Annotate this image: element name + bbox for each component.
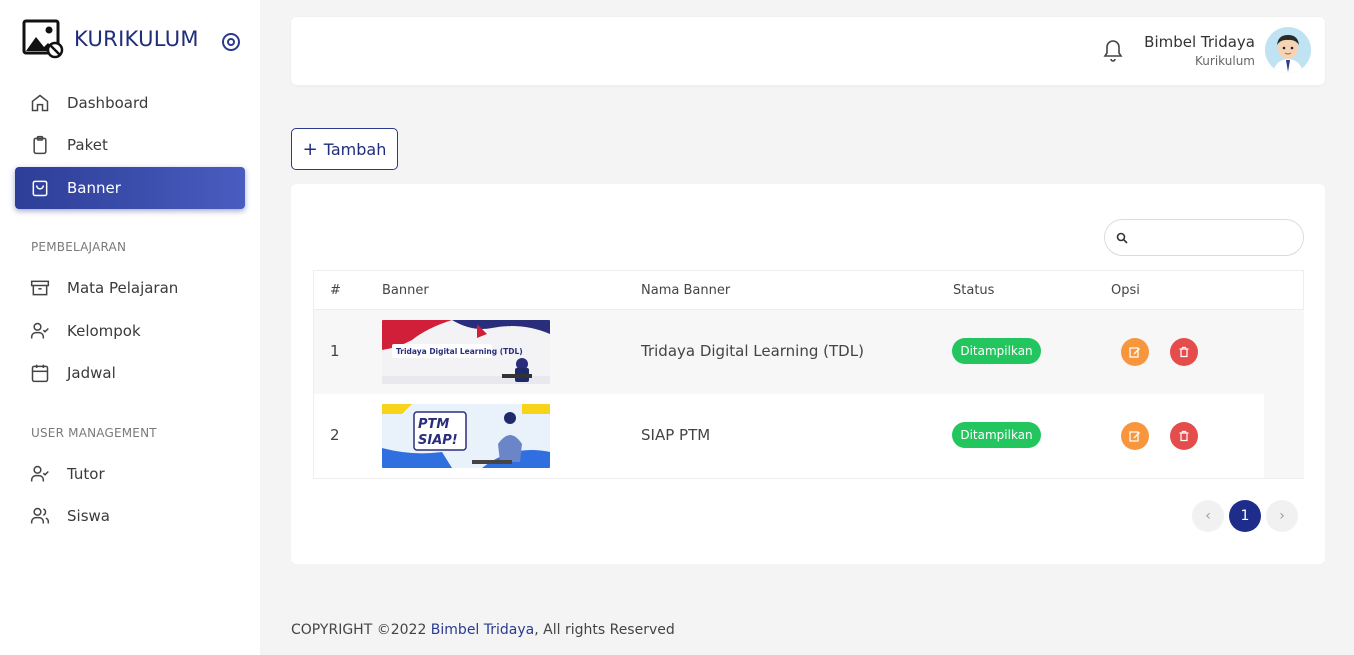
sidebar-item-kelompok[interactable]: Kelompok	[15, 310, 245, 352]
add-button-label: Tambah	[323, 139, 387, 159]
svg-text:SIAP!: SIAP!	[418, 433, 458, 448]
brand[interactable]: KURIKULUM	[22, 18, 252, 60]
footer: COPYRIGHT ©2022 Bimbel Tridaya, All righ…	[291, 622, 675, 638]
status-badge: Ditampilkan	[952, 422, 1041, 448]
delete-button[interactable]	[1170, 338, 1198, 366]
column-header-banner: Banner	[382, 283, 429, 298]
banner-thumbnail-caption: Tridaya Digital Learning (TDL)	[465, 323, 519, 327]
users-icon	[29, 505, 51, 527]
sidebar-item-mata-pelajaran[interactable]: Mata Pelajaran	[15, 267, 245, 309]
table-row: 2 PTM SIAP! SIAP PTM Ditampilkan	[314, 394, 1304, 478]
svg-text:Tridaya Digital Learning (TDL): Tridaya Digital Learning (TDL)	[396, 347, 523, 356]
bag-icon	[29, 177, 51, 199]
banner-table-card: # Banner Nama Banner Status Opsi 1 Trida…	[291, 184, 1325, 564]
pagination-page-button[interactable]: 1	[1229, 500, 1261, 532]
section-title-pembelajaran: PEMBELAJARAN	[31, 240, 127, 254]
footer-link[interactable]: Bimbel Tridaya	[431, 622, 534, 638]
sidebar-item-label: Mata Pelajaran	[67, 279, 179, 297]
sidebar-item-label: Banner	[67, 179, 121, 197]
footer-copyright: COPYRIGHT ©2022	[291, 622, 431, 638]
search-field[interactable]	[1104, 219, 1304, 256]
banner-thumbnail[interactable]: PTM SIAP!	[382, 404, 550, 468]
add-banner-button[interactable]: + Tambah	[291, 128, 398, 170]
column-header-number: #	[330, 283, 341, 298]
svg-text:PTM: PTM	[418, 417, 449, 432]
sidebar-item-label: Jadwal	[67, 364, 116, 382]
user-role: Kurikulum	[1195, 54, 1255, 68]
edit-button[interactable]	[1121, 422, 1149, 450]
sidebar-item-label: Siswa	[67, 507, 110, 525]
column-header-opsi: Opsi	[1111, 283, 1140, 298]
banner-name: Tridaya Digital Learning (TDL)	[641, 342, 864, 360]
sidebar-item-label: Dashboard	[67, 94, 149, 112]
brand-title: KURIKULUM	[74, 27, 199, 51]
top-header: Bimbel Tridaya Kurikulum	[291, 17, 1325, 85]
edit-icon	[1129, 431, 1140, 442]
edit-button[interactable]	[1121, 338, 1149, 366]
column-header-nama-banner: Nama Banner	[641, 283, 731, 298]
pagination-next-button[interactable]: ›	[1266, 500, 1298, 532]
trash-icon	[1179, 430, 1189, 442]
plus-icon: +	[302, 138, 318, 160]
edit-icon	[1129, 347, 1140, 358]
pagination-prev-button[interactable]: ‹	[1192, 500, 1224, 532]
sidebar-item-siswa[interactable]: Siswa	[15, 495, 245, 537]
table-row: 1 Tridaya Digital Learning (TDL) Tridaya…	[314, 310, 1304, 394]
avatar[interactable]	[1265, 27, 1311, 73]
clipboard-icon	[29, 134, 51, 156]
sidebar-item-dashboard[interactable]: Dashboard	[15, 82, 245, 124]
sidebar-item-banner[interactable]: Banner	[15, 167, 245, 209]
table-header: # Banner Nama Banner Status Opsi	[314, 271, 1304, 310]
search-icon	[1116, 232, 1128, 244]
sidebar: KURIKULUM Dashboard Paket Banner PEMBELA…	[0, 0, 260, 655]
user-name[interactable]: Bimbel Tridaya	[1144, 33, 1255, 51]
user-check-icon	[29, 463, 51, 485]
row-number: 2	[330, 426, 340, 444]
banner-thumbnail[interactable]: Tridaya Digital Learning (TDL) Tridaya D…	[382, 320, 550, 384]
sidebar-item-jadwal[interactable]: Jadwal	[15, 352, 245, 394]
banner-name: SIAP PTM	[641, 426, 711, 444]
sidebar-item-tutor[interactable]: Tutor	[15, 453, 245, 495]
sidebar-item-label: Tutor	[67, 465, 105, 483]
row-number: 1	[330, 342, 340, 360]
home-icon	[29, 92, 51, 114]
trash-icon	[1179, 346, 1189, 358]
bell-icon[interactable]	[1101, 37, 1125, 63]
delete-button[interactable]	[1170, 422, 1198, 450]
user-check-icon	[29, 320, 51, 342]
column-header-status: Status	[953, 283, 995, 298]
status-badge: Ditampilkan	[952, 338, 1041, 364]
sidebar-item-label: Kelompok	[67, 322, 141, 340]
sidebar-toggle-icon[interactable]	[222, 33, 240, 51]
sidebar-item-paket[interactable]: Paket	[15, 124, 245, 166]
footer-suffix: , All rights Reserved	[534, 622, 675, 638]
section-title-user-management: USER MANAGEMENT	[31, 426, 157, 440]
banner-table: # Banner Nama Banner Status Opsi 1 Trida…	[313, 270, 1304, 479]
search-input[interactable]	[1135, 226, 1295, 250]
image-off-icon	[22, 19, 64, 59]
archive-icon	[29, 277, 51, 299]
calendar-icon	[29, 362, 51, 384]
sidebar-item-label: Paket	[67, 136, 108, 154]
